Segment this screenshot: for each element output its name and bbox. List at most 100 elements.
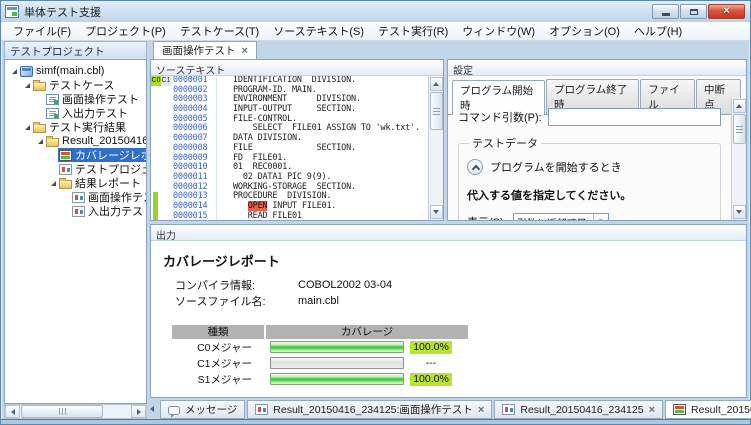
tree-item[interactable]: simf(main.cbl) xyxy=(5,64,146,78)
scroll-down-button[interactable] xyxy=(732,205,746,219)
coverage-percent: --- xyxy=(425,356,437,369)
close-button[interactable]: × xyxy=(708,4,745,19)
tree-item-icon xyxy=(33,121,46,133)
tree-item-body: テスト実行結果 xyxy=(32,120,129,134)
minimize-icon xyxy=(661,13,670,16)
tree-item[interactable]: 入出力テスト xyxy=(5,204,146,218)
code-segment: SELECT FILE01 ASSIGN TO 'wk.txt'. xyxy=(233,123,420,134)
scroll-thumb[interactable] xyxy=(429,92,443,130)
bottom-tab[interactable]: メッセージ xyxy=(160,400,246,419)
menu-item[interactable]: プロジェクト(P) xyxy=(78,21,173,41)
collapse-button[interactable] xyxy=(467,159,483,175)
menu-item[interactable]: テストケース(T) xyxy=(173,21,267,41)
menu-item[interactable]: ファイル(F) xyxy=(6,21,78,41)
coverage-bar xyxy=(270,357,404,369)
c1-gutter-cell xyxy=(161,202,171,212)
tree-item-body: テストケース xyxy=(32,78,117,92)
coverage-row: C0メジャー 100.0% xyxy=(172,339,468,355)
document-tab-strip: 画面操作テスト × xyxy=(150,41,747,59)
settings-body: プログラム開始時 プログラム終了時 ファイル 中断点 コマンド引数(P): テス… xyxy=(448,76,746,220)
expander-icon[interactable] xyxy=(9,69,19,74)
test-project-panel: テストプロジェクト simf(main.cbl) テストケース 画面操作テスト … xyxy=(4,41,147,419)
bottom-tab-strip: メッセージ Result_20150416_234125:画面操作テスト × R… xyxy=(150,400,751,419)
tree-item-icon xyxy=(46,93,59,105)
maximize-button[interactable] xyxy=(680,4,707,19)
expander-icon[interactable] xyxy=(22,125,32,130)
sidebar-horizontal-scrollbar[interactable] xyxy=(4,404,147,419)
tab-icon xyxy=(255,404,269,415)
tree-item[interactable]: 入出力テスト xyxy=(5,106,146,120)
menu-item[interactable]: ソーステキスト(S) xyxy=(266,21,371,41)
arrow-down-icon xyxy=(433,210,439,214)
c0-gutter-cell xyxy=(151,105,161,115)
source-vertical-scrollbar[interactable] xyxy=(428,76,443,220)
scroll-thumb[interactable] xyxy=(21,405,103,418)
c0-gutter-cell xyxy=(151,86,161,96)
coverage-percent: 100.0% xyxy=(410,340,452,354)
scroll-right-button[interactable] xyxy=(131,405,146,418)
code-segment: 02 DATA1 PIC 9(9). xyxy=(233,171,332,182)
tab-close-icon[interactable]: × xyxy=(649,404,655,415)
program-start-section: プログラムを開始するとき xyxy=(467,159,712,175)
code-segment: FILE SECTION. xyxy=(233,142,356,153)
report-field-value: COBOL2002 03-04 xyxy=(298,279,393,291)
scroll-up-button[interactable] xyxy=(429,77,443,91)
menu-bar: ファイル(F) プロジェクト(P) テストケース(T) ソーステキスト(S) テ… xyxy=(1,22,750,41)
expander-icon[interactable] xyxy=(48,181,58,186)
display-label: 表示(S): xyxy=(467,214,507,220)
tree-item[interactable]: Result_20150416_234 xyxy=(5,134,146,148)
source-text-panel: ソーステキスト 0000001 IDENTIFICATION DIVISION. xyxy=(150,59,444,221)
c0-gutter-cell xyxy=(151,173,161,183)
program-start-label: プログラムを開始するとき xyxy=(490,162,622,174)
tree-item[interactable]: テストケース xyxy=(5,78,146,92)
tab-scroll-left-icon[interactable] xyxy=(150,406,154,412)
minimize-button[interactable] xyxy=(652,4,679,19)
command-args-input[interactable] xyxy=(547,108,721,126)
bottom-tab[interactable]: Result_20150416_234125 × xyxy=(494,400,663,419)
tab-close-icon[interactable]: × xyxy=(242,45,248,56)
code-segment: FD FILE01. xyxy=(233,152,288,163)
tree-item[interactable]: カバレージレポート xyxy=(5,148,146,162)
menu-item[interactable]: オプション(O) xyxy=(542,21,627,41)
scroll-down-button[interactable] xyxy=(429,205,443,219)
display-dropdown[interactable]: 引数と返却項目 ▼ xyxy=(512,213,609,220)
tab-close-icon[interactable]: × xyxy=(478,404,484,415)
tree-item[interactable]: 画面操作テスト xyxy=(5,92,146,106)
tree-item[interactable]: テストプロジェクト報 xyxy=(5,162,146,176)
arrow-left-icon xyxy=(10,408,15,415)
expander-icon[interactable] xyxy=(35,139,45,144)
settings-vertical-scrollbar[interactable] xyxy=(731,98,746,220)
report-field-value: main.cbl xyxy=(298,295,339,307)
c1-gutter-cell xyxy=(161,124,171,134)
tree-item[interactable]: テスト実行結果 xyxy=(5,120,146,134)
menu-item[interactable]: テスト実行(R) xyxy=(371,21,455,41)
settings-content: コマンド引数(P): テストデータ プログラムを開始するとき 代入する値を指定し… xyxy=(448,100,731,220)
tree-item-body: 結果レポート xyxy=(58,176,144,190)
tree-item-body: 画面操作テスト xyxy=(71,190,146,204)
tree-item-icon xyxy=(59,149,72,161)
tab-icon xyxy=(502,404,516,415)
tree-item[interactable]: 結果レポート xyxy=(5,176,146,190)
source-editor[interactable]: 0000001 IDENTIFICATION DIVISION. 0000002… xyxy=(151,76,443,220)
tree-item[interactable]: 画面操作テスト xyxy=(5,190,146,204)
coverage-marker xyxy=(153,211,158,220)
menu-item[interactable]: ヘルプ(H) xyxy=(627,21,689,41)
expander-icon[interactable] xyxy=(22,83,32,88)
coverage-gutter-header: C0 C1 xyxy=(151,76,171,86)
bottom-tab[interactable]: Result_20150416_234125:画面操作テスト × xyxy=(247,400,493,419)
c1-gutter-cell xyxy=(161,105,171,115)
menu-item[interactable]: ウィンドウ(W) xyxy=(455,21,542,41)
c1-gutter-cell xyxy=(161,183,171,193)
settings-panel-header: 設定 xyxy=(448,60,746,77)
tree-item-body: simf(main.cbl) xyxy=(19,64,107,78)
source-panel-header: ソーステキスト xyxy=(151,60,443,77)
scroll-thumb[interactable] xyxy=(732,114,746,144)
document-tab[interactable]: 画面操作テスト × xyxy=(153,41,257,59)
bottom-tab[interactable]: Result_20150416_234125 × xyxy=(665,400,751,419)
dropdown-arrow-icon[interactable]: ▼ xyxy=(592,214,608,220)
code-segment: PROGRAM-ID. MAIN. xyxy=(233,84,317,95)
title-bar[interactable]: 単体テスト支援 × xyxy=(1,1,750,22)
scroll-left-button[interactable] xyxy=(5,405,20,418)
code-segment: FILE-CONTROL. xyxy=(233,113,297,124)
scroll-up-button[interactable] xyxy=(732,99,746,113)
